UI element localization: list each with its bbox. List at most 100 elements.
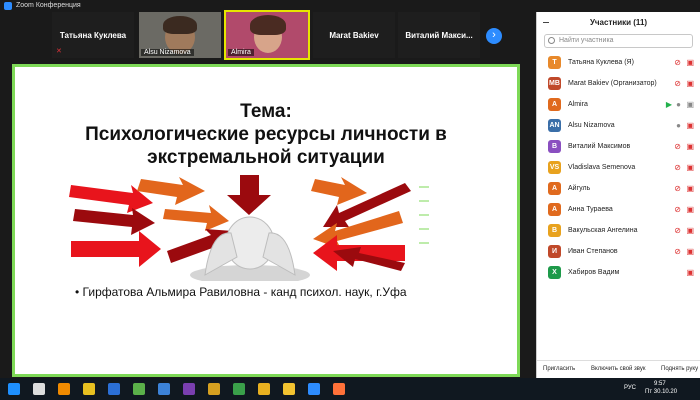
avatar: Т	[548, 56, 561, 69]
participant-name: Татьяна Куклева	[59, 31, 127, 40]
app-icon[interactable]	[133, 383, 145, 395]
search-icon	[548, 37, 555, 44]
video-tile[interactable]: Marat Bakiev	[313, 12, 395, 58]
participant-row[interactable]: VS Vladislava Semenova ⊘ ▣	[537, 157, 700, 178]
video-tile[interactable]: Виталий Макси...	[398, 12, 480, 58]
avatar: A	[548, 98, 561, 111]
unmute-button[interactable]: Включить свой звук	[591, 366, 646, 372]
participant-list: Т Татьяна Куклева (Я) ⊘ ▣ MB Marat Bakiev (Ор…	[537, 52, 700, 283]
muted-mic-icon: ⊘	[674, 226, 681, 235]
participants-panel: Участники (11) Найти участника Т Татьяна …	[536, 12, 700, 378]
zoom-icon[interactable]	[308, 383, 320, 395]
avatar: Х	[548, 266, 561, 279]
avatar: И	[548, 245, 561, 258]
video-off-icon: ▣	[686, 121, 694, 130]
video-off-icon: ▣	[686, 184, 694, 193]
chevron-right-icon[interactable]: ›	[486, 28, 502, 44]
arrow-shape	[163, 205, 229, 231]
avatar: VS	[548, 161, 561, 174]
folder-icon[interactable]	[283, 383, 295, 395]
participant-row[interactable]: В Виталий Максимов ⊘ ▣	[537, 136, 700, 157]
participant-name: Marat Bakiev	[329, 31, 379, 40]
video-off-icon: ▣	[686, 58, 694, 67]
participant-row[interactable]: Т Татьяна Куклева (Я) ⊘ ▣	[537, 52, 700, 73]
participant-name: Татьяна Куклева (Я)	[568, 59, 634, 66]
participant-name: Marat Bakiev (Организатор)	[568, 80, 657, 87]
chrome-icon[interactable]	[258, 383, 270, 395]
avatar: В	[548, 140, 561, 153]
invite-button[interactable]: Пригласить	[543, 366, 575, 372]
participant-row[interactable]: A Анна Тураева ⊘ ▣	[537, 199, 700, 220]
participant-name: Хабиров Вадим	[568, 269, 620, 276]
title-bar: Zoom Конференция	[0, 0, 700, 12]
slide-title-line: Тема:	[240, 101, 292, 122]
muted-mic-icon: ⊘	[674, 142, 681, 151]
arrow-shape	[311, 177, 367, 205]
participant-row[interactable]: A Almira ▶ ● ▣	[537, 94, 700, 115]
participant-name: Vladislava Semenova	[568, 164, 636, 171]
video-off-icon: ▣	[686, 247, 694, 256]
slide-bullet: • Гирфатова Альмира Равиловна - канд пси…	[75, 285, 407, 299]
participant-row[interactable]: И Иван Степанов ⊘ ▣	[537, 241, 700, 262]
windows-icon[interactable]	[8, 383, 20, 395]
minimize-icon[interactable]	[543, 22, 549, 23]
participant-name: Almira	[568, 101, 588, 108]
muted-mic-icon: ⊘	[674, 184, 681, 193]
app-icon[interactable]	[233, 383, 245, 395]
participant-row[interactable]: A Айгуль ⊘ ▣	[537, 178, 700, 199]
muted-mic-icon: ⊘	[674, 58, 681, 67]
taskbar: РУС 9:57 Пт 30.10.20	[0, 378, 700, 400]
vlc-icon[interactable]	[58, 383, 70, 395]
participant-row[interactable]: AN Alsu Nizamova ● ▣	[537, 115, 700, 136]
participant-row[interactable]: В Вакульская Ангелина ⊘ ▣	[537, 220, 700, 241]
muted-mic-icon: ⊘	[674, 205, 681, 214]
muted-mic-icon: ✕	[56, 48, 62, 55]
mic-icon: ●	[676, 121, 681, 130]
mic-icon: ●	[676, 100, 681, 109]
arrow-shape	[227, 175, 271, 215]
video-off-icon: ▣	[686, 205, 694, 214]
participant-name: Alsu Nizamova	[568, 122, 615, 129]
participant-name: Виталий Макси...	[405, 31, 473, 40]
video-tile[interactable]: Alsu Nizamova	[139, 12, 221, 58]
arrow-shape	[73, 208, 155, 235]
chrome-icon[interactable]	[83, 383, 95, 395]
search-input[interactable]: Найти участника	[544, 34, 693, 48]
avatar: A	[548, 182, 561, 195]
video-off-icon: ▣	[686, 268, 694, 277]
panel-footer: Пригласить Включить свой звук Поднять ру…	[537, 360, 700, 378]
avatar: В	[548, 224, 561, 237]
window-title: Zoom Конференция	[16, 2, 81, 9]
video-off-icon: ▣	[686, 163, 694, 172]
muted-mic-icon: ⊘	[674, 79, 681, 88]
clock-date[interactable]: Пт 30.10.20	[645, 389, 677, 395]
stress-illustration	[69, 175, 429, 281]
app-icon[interactable]	[208, 383, 220, 395]
video-strip: Татьяна Куклева ✕ Alsu Nizamova Almira M…	[0, 10, 536, 60]
firefox-icon[interactable]	[333, 383, 345, 395]
video-tile-active[interactable]: Almira	[224, 10, 310, 60]
language-indicator[interactable]: РУС	[624, 385, 636, 391]
app-icon[interactable]	[183, 383, 195, 395]
participant-row[interactable]: MB Marat Bakiev (Организатор) ⊘ ▣	[537, 73, 700, 94]
participant-name: Виталий Максимов	[568, 143, 631, 150]
search-icon[interactable]	[33, 383, 45, 395]
participant-name: Almira	[228, 49, 254, 56]
app-icon[interactable]	[108, 383, 120, 395]
participant-name: Иван Степанов	[568, 248, 618, 255]
video-off-icon: ▣	[686, 142, 694, 151]
muted-mic-icon: ⊘	[674, 163, 681, 172]
participant-row[interactable]: Х Хабиров Вадим ▣	[537, 262, 700, 283]
avatar: A	[548, 203, 561, 216]
participant-name: Анна Тураева	[568, 206, 613, 213]
muted-mic-icon: ⊘	[674, 247, 681, 256]
clock-time[interactable]: 9:57	[654, 381, 666, 387]
camera-icon: ▣	[686, 100, 694, 109]
raise-hand-button[interactable]: Поднять руку	[661, 366, 698, 372]
zoom-app-icon	[4, 2, 12, 10]
arrow-shape	[71, 231, 161, 267]
app-icon[interactable]	[158, 383, 170, 395]
avatar: AN	[548, 119, 561, 132]
meeting-area: Татьяна Куклева ✕ Alsu Nizamova Almira M…	[0, 10, 536, 378]
video-tile[interactable]: Татьяна Куклева ✕	[52, 12, 134, 58]
